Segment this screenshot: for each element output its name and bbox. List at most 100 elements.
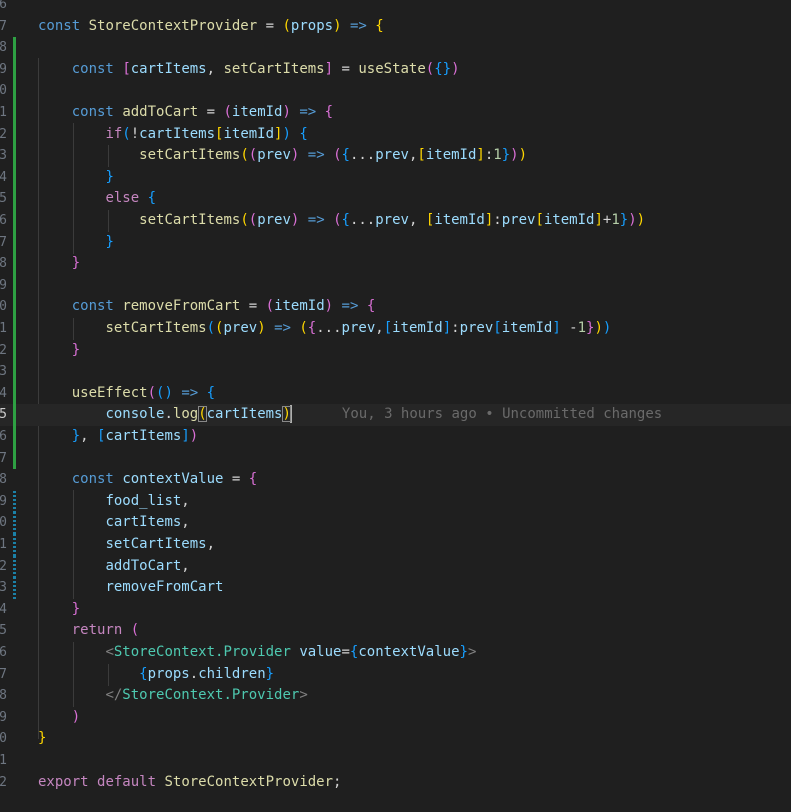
added-line-marker[interactable]	[13, 274, 16, 297]
code-text: }	[38, 730, 47, 747]
line-number: 6	[0, 0, 7, 12]
added-line-marker[interactable]	[13, 210, 16, 232]
added-line-marker[interactable]	[13, 296, 16, 318]
code-line[interactable]: 9 food_list,	[0, 490, 791, 513]
line-number: 5	[0, 407, 7, 423]
code-line[interactable]: 3 setCartItems((prev) => ({...prev,[item…	[0, 145, 791, 167]
code-line[interactable]: 6 }, [cartItems])	[0, 426, 791, 448]
added-line-marker[interactable]	[13, 123, 16, 146]
code-line[interactable]: 9	[0, 274, 791, 297]
line-number: 6	[0, 429, 7, 444]
code-text: setCartItems,	[105, 536, 216, 552]
code-line[interactable]: 7 }	[0, 231, 791, 254]
code-line[interactable]: 0 cartItems,	[0, 512, 791, 534]
code-text: food_list,	[105, 492, 190, 509]
line-number: 0	[0, 731, 7, 747]
line-number: 2	[0, 558, 7, 574]
line-number: 0	[0, 83, 7, 99]
code-line[interactable]: 8	[0, 37, 791, 59]
code-line[interactable]: 6 setCartItems((prev) => ({...prev, [ite…	[0, 210, 791, 232]
added-line-marker[interactable]	[13, 382, 16, 405]
code-line[interactable]: 4 }	[0, 599, 791, 621]
line-number: 6	[0, 213, 7, 228]
added-line-marker[interactable]	[13, 166, 16, 189]
code-text: }	[105, 233, 114, 250]
modified-line-marker[interactable]	[13, 577, 16, 599]
git-blame-annotation: You, 3 hours ago • Uncommitted changes	[341, 406, 663, 423]
line-number: 2	[0, 126, 7, 142]
code-line[interactable]: 7 {props.children}	[0, 664, 791, 686]
line-number: 8	[0, 688, 7, 704]
code-line[interactable]: 0 }	[0, 728, 791, 750]
current-code-line[interactable]: 5 console.log(cartItems) You, 3 hours ago…	[0, 404, 791, 426]
code-line[interactable]: 9 )	[0, 707, 791, 729]
line-number: 4	[0, 169, 7, 185]
code-text: }	[105, 168, 114, 185]
modified-line-marker[interactable]	[13, 534, 16, 556]
code-text: setCartItems((prev) => ({...prev, [itemI…	[139, 212, 646, 228]
line-number: 8	[0, 256, 7, 272]
added-line-marker[interactable]	[13, 361, 16, 383]
line-number: 9	[0, 709, 7, 725]
code-text: const removeFromCart = (itemId) => {	[71, 298, 376, 315]
line-number: 5	[0, 191, 7, 207]
added-line-marker[interactable]	[13, 318, 16, 340]
code-text: <StoreContext.Provider value={contextVal…	[105, 644, 477, 660]
code-text: return (	[71, 622, 140, 639]
line-number: 3	[0, 580, 7, 596]
code-line[interactable]: 7 const StoreContextProvider = (props) =…	[0, 16, 791, 38]
code-text: export default StoreContextProvider;	[38, 773, 342, 790]
code-text: }	[71, 600, 81, 617]
added-line-marker[interactable]	[13, 253, 16, 275]
code-line[interactable]: 6	[0, 0, 791, 16]
code-text: setCartItems((prev) => ({...prev,[itemId…	[105, 320, 612, 336]
code-line[interactable]: 3	[0, 361, 791, 383]
code-line[interactable]: 5 else {	[0, 188, 791, 210]
modified-line-marker[interactable]	[13, 512, 16, 534]
code-line[interactable]: 3 removeFromCart	[0, 577, 791, 599]
modified-line-marker[interactable]	[13, 490, 16, 513]
added-line-marker[interactable]	[13, 231, 16, 254]
code-line[interactable]: 1 setCartItems,	[0, 534, 791, 556]
line-number: 2	[0, 342, 7, 358]
code-text: console.log(cartItems) You, 3 hours ago •…	[105, 405, 663, 424]
added-line-marker[interactable]	[13, 447, 16, 470]
code-line[interactable]: 1 const addToCart = (itemId) => {	[0, 102, 791, 124]
modified-line-marker[interactable]	[13, 555, 16, 578]
line-number: 4	[0, 601, 7, 617]
code-line[interactable]: 2 }	[0, 339, 791, 362]
added-line-marker[interactable]	[13, 188, 16, 210]
code-line[interactable]: 4 }	[0, 166, 791, 189]
code-line[interactable]: 6 <StoreContext.Provider value={contextV…	[0, 642, 791, 664]
line-number: 1	[0, 537, 7, 552]
code-line[interactable]: 7	[0, 447, 791, 470]
added-line-marker[interactable]	[13, 404, 16, 426]
added-line-marker[interactable]	[13, 37, 16, 59]
line-number: 9	[0, 277, 7, 293]
code-line[interactable]: 0 const removeFromCart = (itemId) => {	[0, 296, 791, 318]
code-line[interactable]: 1 setCartItems((prev) => ({...prev,[item…	[0, 318, 791, 340]
added-line-marker[interactable]	[13, 80, 16, 102]
code-line[interactable]: 1	[0, 750, 791, 772]
code-editor[interactable]: 6 7 const StoreContextProvider = (props)…	[0, 0, 791, 812]
line-number: 9	[0, 61, 7, 77]
code-line[interactable]: 4 useEffect(() => {	[0, 382, 791, 405]
added-line-marker[interactable]	[13, 102, 16, 124]
code-line[interactable]: 2 addToCart,	[0, 555, 791, 578]
code-text: else {	[105, 190, 157, 207]
code-line[interactable]: 0	[0, 80, 791, 102]
added-line-marker[interactable]	[13, 145, 16, 167]
code-line[interactable]: 2 export default StoreContextProvider;	[0, 772, 791, 794]
code-line[interactable]: 8 }	[0, 253, 791, 275]
code-line[interactable]: 2 if(!cartItems[itemId]) {	[0, 123, 791, 146]
added-line-marker[interactable]	[13, 58, 16, 81]
code-line[interactable]: 8 </StoreContext.Provider>	[0, 685, 791, 707]
code-line[interactable]: 5 return (	[0, 620, 791, 642]
line-number: 7	[0, 234, 7, 250]
code-line[interactable]: 8 const contextValue = {	[0, 469, 791, 491]
added-line-marker[interactable]	[13, 339, 16, 362]
line-number: 3	[0, 148, 7, 164]
added-line-marker[interactable]	[13, 426, 16, 448]
code-line[interactable]: 9 const [cartItems, setCartItems] = useS…	[0, 58, 791, 81]
code-text: }	[71, 341, 81, 358]
